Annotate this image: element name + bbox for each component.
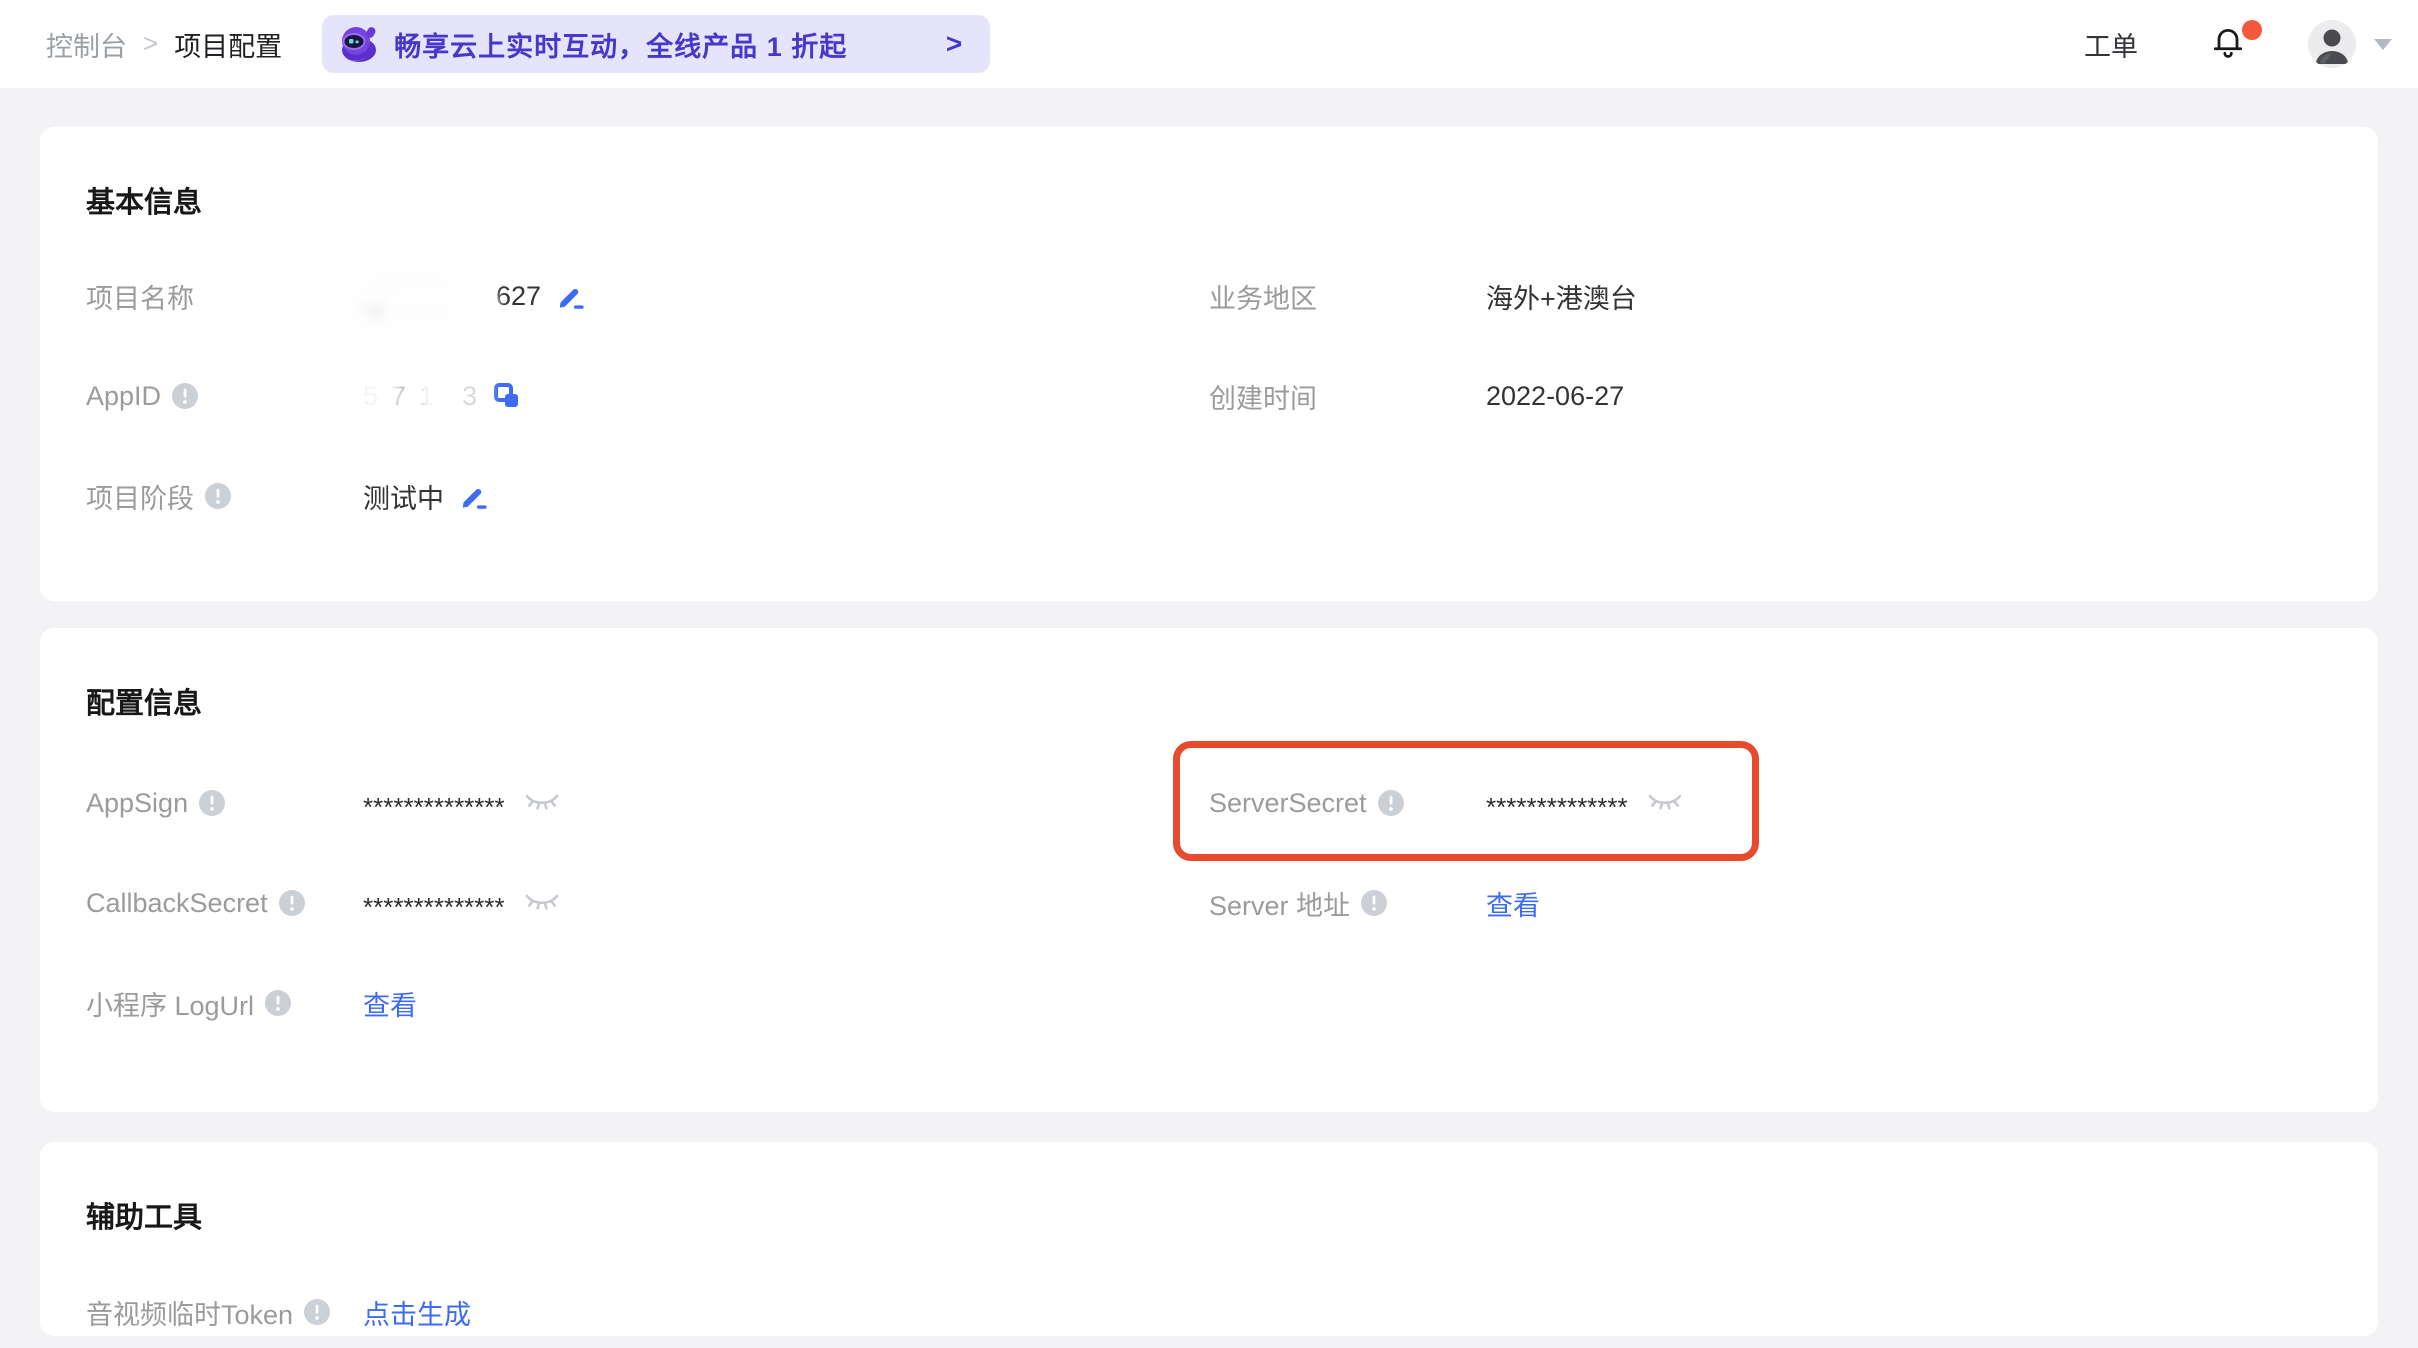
server-address-label: Server 地址 <box>1209 884 1350 923</box>
server-secret-masked-value: ************** <box>1486 792 1628 823</box>
breadcrumb: 控制台 > 项目配置 <box>46 25 282 64</box>
info-icon[interactable] <box>304 1299 330 1325</box>
field-callback-secret: CallbackSecret ************** <box>86 853 1209 953</box>
topbar-right: 工单 <box>2084 20 2392 68</box>
info-icon[interactable] <box>1378 790 1404 816</box>
promo-banner-text: 畅享云上实时互动，全线产品 1 折起 <box>394 25 847 64</box>
breadcrumb-current-page: 项目配置 <box>174 25 282 64</box>
appsign-label: AppSign <box>86 788 188 819</box>
miniprogram-logurl-view-link[interactable]: 查看 <box>363 984 417 1023</box>
field-appsign: AppSign ************** <box>86 753 1209 853</box>
field-server-address: Server 地址 查看 <box>1209 853 2332 953</box>
copy-icon[interactable] <box>492 381 522 411</box>
config-info-card: 配置信息 AppSign ************** ServerSecret… <box>40 628 2378 1112</box>
bell-icon <box>2210 24 2246 60</box>
field-empty <box>1209 1262 2332 1336</box>
info-icon[interactable] <box>172 383 198 409</box>
project-name-visible-value: 627 <box>496 281 541 312</box>
field-created-at: 创建时间 2022-06-27 <box>1209 346 2332 446</box>
project-stage-label: 项目阶段 <box>86 477 194 516</box>
mascot-icon <box>334 20 382 68</box>
field-empty <box>1209 953 2332 1053</box>
notification-badge <box>2242 20 2262 40</box>
basic-info-card: 基本信息 项目名称 627 业务地区 海外+港澳台 <box>40 127 2378 601</box>
server-address-view-link[interactable]: 查看 <box>1486 884 1540 923</box>
info-icon[interactable] <box>279 890 305 916</box>
edit-icon[interactable] <box>459 481 489 511</box>
created-at-value: 2022-06-27 <box>1486 381 1624 412</box>
created-at-label: 创建时间 <box>1209 377 1317 416</box>
info-icon[interactable] <box>205 483 231 509</box>
info-icon[interactable] <box>199 790 225 816</box>
business-region-label: 业务地区 <box>1209 277 1317 316</box>
eye-closed-icon[interactable] <box>524 791 560 815</box>
person-icon <box>2308 20 2356 68</box>
eye-closed-icon[interactable] <box>1647 791 1683 815</box>
generate-token-link[interactable]: 点击生成 <box>363 1293 471 1332</box>
info-icon[interactable] <box>1361 890 1387 916</box>
avatar[interactable] <box>2308 20 2356 68</box>
topbar: 控制台 > 项目配置 畅享云上实时互动，全线产品 1 折起 > 工单 <box>0 0 2418 88</box>
project-name-label: 项目名称 <box>86 277 194 316</box>
business-region-value: 海外+港澳台 <box>1486 277 1637 316</box>
field-server-secret: ServerSecret ************** <box>1209 753 2332 853</box>
caret-down-icon[interactable] <box>2374 39 2392 50</box>
field-appid: AppID 571 3 <box>86 346 1209 446</box>
field-business-region: 业务地区 海外+港澳台 <box>1209 246 2332 346</box>
appid-label: AppID <box>86 381 161 412</box>
appsign-masked-value: ************** <box>363 792 505 823</box>
field-miniprogram-logurl: 小程序 LogUrl 查看 <box>86 953 1209 1053</box>
redacted-blur <box>363 266 481 326</box>
callback-secret-label: CallbackSecret <box>86 888 268 919</box>
av-temp-token-label: 音视频临时Token <box>86 1293 293 1332</box>
project-stage-value: 测试中 <box>363 477 444 516</box>
ticket-link[interactable]: 工单 <box>2084 25 2138 64</box>
redacted-blur: 571 <box>363 366 447 426</box>
notification-button[interactable] <box>2210 24 2250 64</box>
breadcrumb-chevron-icon: > <box>143 28 158 59</box>
tools-card: 辅助工具 音视频临时Token 点击生成 <box>40 1142 2378 1336</box>
field-av-temp-token: 音视频临时Token 点击生成 <box>86 1262 1209 1336</box>
eye-closed-icon[interactable] <box>524 891 560 915</box>
callback-secret-masked-value: ************** <box>363 892 505 923</box>
basic-info-title: 基本信息 <box>86 127 2332 219</box>
field-project-stage: 项目阶段 测试中 <box>86 446 1209 546</box>
field-empty <box>1209 446 2332 546</box>
banner-arrow-icon: > <box>946 28 962 60</box>
breadcrumb-console[interactable]: 控制台 <box>46 25 127 64</box>
field-project-name: 项目名称 627 <box>86 246 1209 346</box>
promo-banner[interactable]: 畅享云上实时互动，全线产品 1 折起 > <box>322 15 990 73</box>
edit-icon[interactable] <box>556 281 586 311</box>
info-icon[interactable] <box>265 990 291 1016</box>
server-secret-label: ServerSecret <box>1209 788 1367 819</box>
config-info-title: 配置信息 <box>86 628 2332 720</box>
tools-title: 辅助工具 <box>86 1142 2332 1234</box>
miniprogram-logurl-label: 小程序 LogUrl <box>86 984 254 1023</box>
